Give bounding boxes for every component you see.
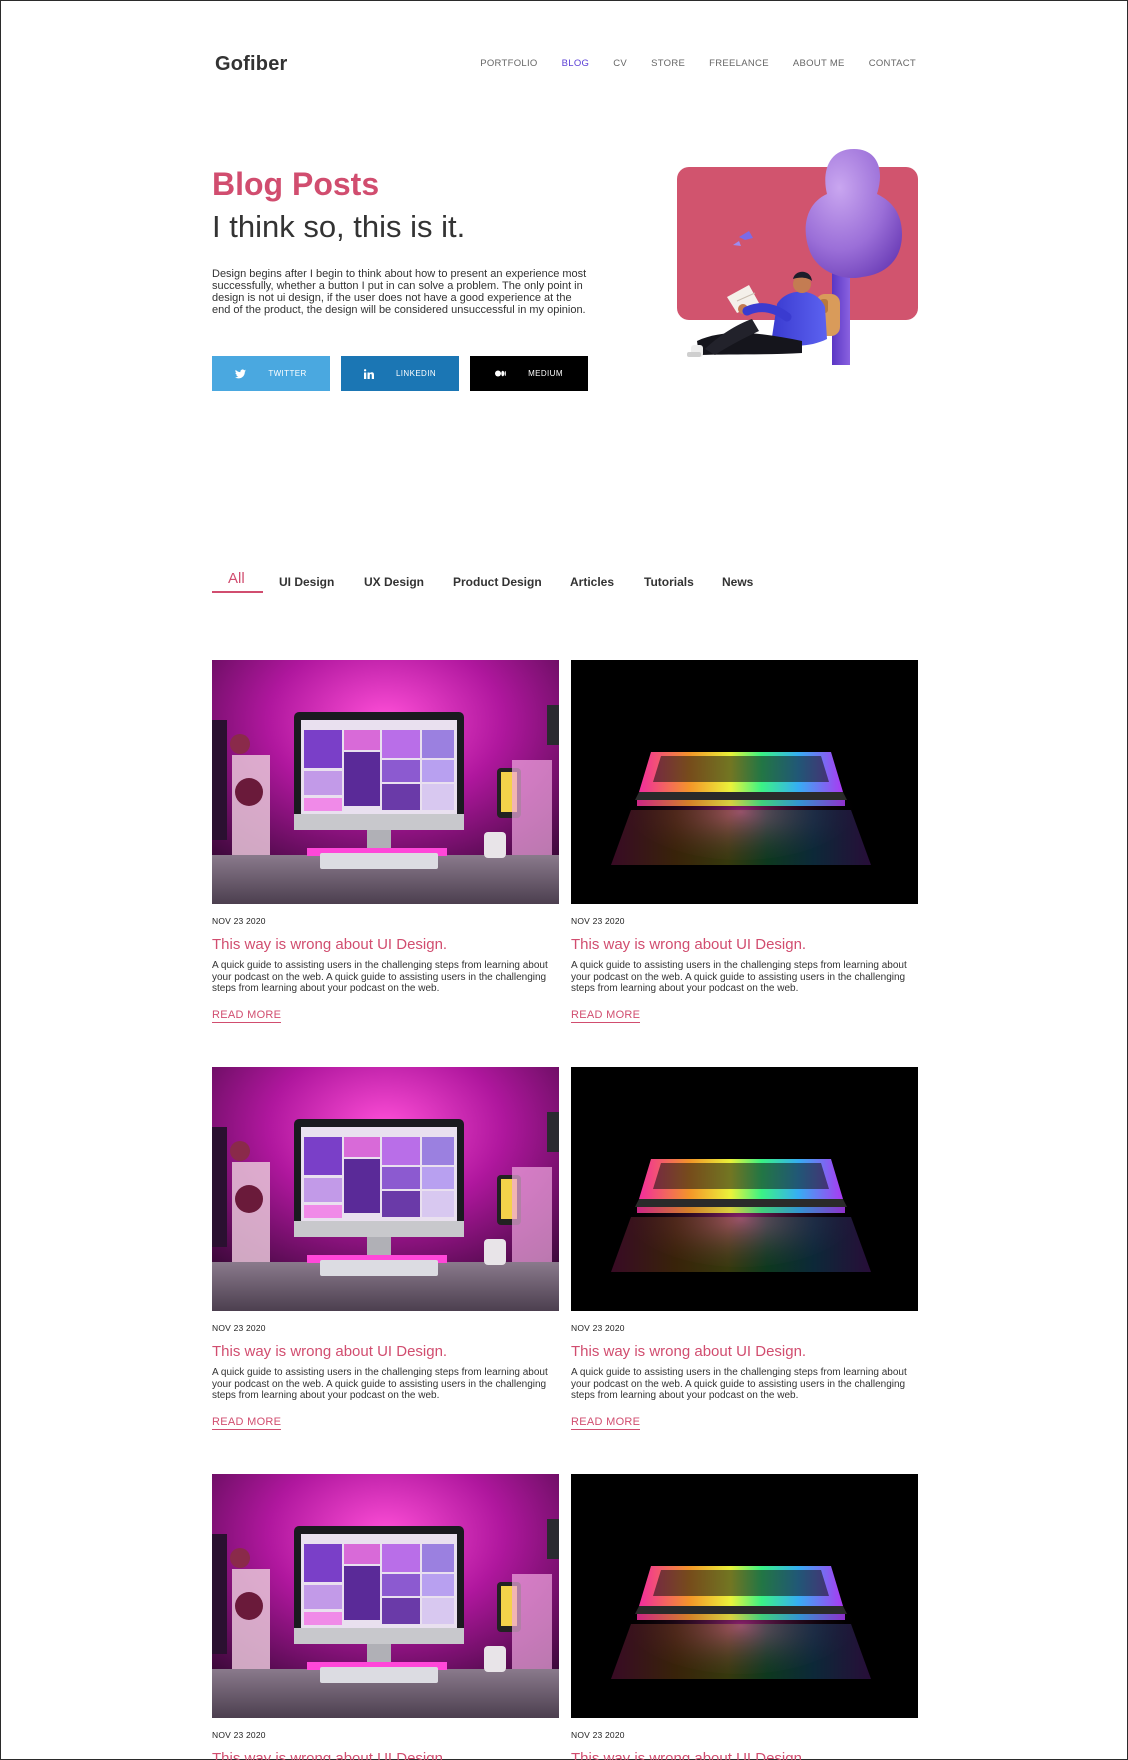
social-buttons: TWITTER LINKEDIN MEDIUM — [212, 356, 588, 391]
nav-item-about-me[interactable]: ABOUT ME — [793, 58, 845, 69]
post-thumbnail[interactable] — [571, 1474, 918, 1718]
post-title[interactable]: This way is wrong about UI Design. — [571, 936, 918, 954]
medium-button[interactable]: MEDIUM — [470, 356, 588, 391]
category-tabs: All UI Design UX Design Product Design A… — [212, 567, 762, 593]
linkedin-label: LINKEDIN — [395, 369, 437, 378]
post-excerpt: A quick guide to assisting users in the … — [212, 1367, 548, 1402]
post-date: NOV 23 2020 — [212, 916, 266, 926]
post-excerpt: A quick guide to assisting users in the … — [571, 960, 907, 995]
read-more-link[interactable]: READ MORE — [571, 1009, 641, 1023]
linkedin-button[interactable]: LINKEDIN — [341, 356, 459, 391]
post-thumbnail[interactable] — [212, 1067, 559, 1311]
tab-product-design[interactable]: Product Design — [453, 575, 542, 589]
post-card: NOV 23 2020 This way is wrong about UI D… — [571, 660, 918, 1023]
post-title[interactable]: This way is wrong about UI Design. — [571, 1750, 918, 1760]
nav-item-cv[interactable]: CV — [613, 58, 627, 69]
nav-item-portfolio[interactable]: PORTFOLIO — [480, 58, 537, 69]
post-card: NOV 23 2020 This way is wrong about UI D… — [212, 1067, 559, 1430]
nav-item-blog[interactable]: BLOG — [562, 58, 590, 69]
post-date: NOV 23 2020 — [571, 1730, 625, 1740]
page-title: Blog Posts — [212, 166, 380, 202]
nav-item-freelance[interactable]: FREELANCE — [709, 58, 769, 69]
post-title[interactable]: This way is wrong about UI Design. — [571, 1343, 918, 1361]
twitter-icon — [235, 368, 247, 379]
post-thumbnail[interactable] — [212, 660, 559, 904]
page-subtitle: I think so, this is it. — [212, 209, 466, 244]
tab-all[interactable]: All — [228, 570, 245, 587]
post-excerpt: A quick guide to assisting users in the … — [571, 1367, 907, 1402]
tab-ux-design[interactable]: UX Design — [364, 575, 424, 589]
post-title[interactable]: This way is wrong about UI Design. — [212, 936, 559, 954]
post-date: NOV 23 2020 — [212, 1323, 266, 1333]
main-nav: PORTFOLIO BLOG CV STORE FREELANCE ABOUT … — [480, 58, 916, 69]
post-thumbnail[interactable] — [212, 1474, 559, 1718]
post-title[interactable]: This way is wrong about UI Design. — [212, 1750, 559, 1760]
post-card: NOV 23 2020 This way is wrong about UI D… — [571, 1067, 918, 1430]
nav-item-store[interactable]: STORE — [651, 58, 685, 69]
read-more-link[interactable]: READ MORE — [212, 1416, 282, 1430]
hero-description: Design begins after I begin to think abo… — [212, 268, 587, 316]
post-date: NOV 23 2020 — [212, 1730, 266, 1740]
post-thumbnail[interactable] — [571, 660, 918, 904]
linkedin-icon — [363, 368, 374, 379]
post-date: NOV 23 2020 — [571, 916, 625, 926]
twitter-button[interactable]: TWITTER — [212, 356, 330, 391]
read-more-link[interactable]: READ MORE — [571, 1416, 641, 1430]
tab-news[interactable]: News — [722, 575, 753, 589]
read-more-link[interactable]: READ MORE — [212, 1009, 282, 1023]
post-thumbnail[interactable] — [571, 1067, 918, 1311]
tab-articles[interactable]: Articles — [570, 575, 614, 589]
post-excerpt: A quick guide to assisting users in the … — [212, 960, 548, 995]
tab-tutorials[interactable]: Tutorials — [644, 575, 694, 589]
site-logo[interactable]: Gofiber — [215, 53, 288, 76]
post-title[interactable]: This way is wrong about UI Design. — [212, 1343, 559, 1361]
post-card: NOV 23 2020 This way is wrong about UI D… — [571, 1474, 918, 1760]
active-tab-indicator — [212, 591, 263, 593]
post-card: NOV 23 2020 This way is wrong about UI D… — [212, 660, 559, 1023]
tab-ui-design[interactable]: UI Design — [279, 575, 334, 589]
medium-icon — [495, 370, 506, 377]
post-card: NOV 23 2020 This way is wrong about UI D… — [212, 1474, 559, 1760]
medium-label: MEDIUM — [528, 369, 563, 378]
post-date: NOV 23 2020 — [571, 1323, 625, 1333]
nav-item-contact[interactable]: CONTACT — [869, 58, 916, 69]
hero-illustration — [677, 149, 919, 367]
twitter-label: TWITTER — [268, 369, 307, 378]
